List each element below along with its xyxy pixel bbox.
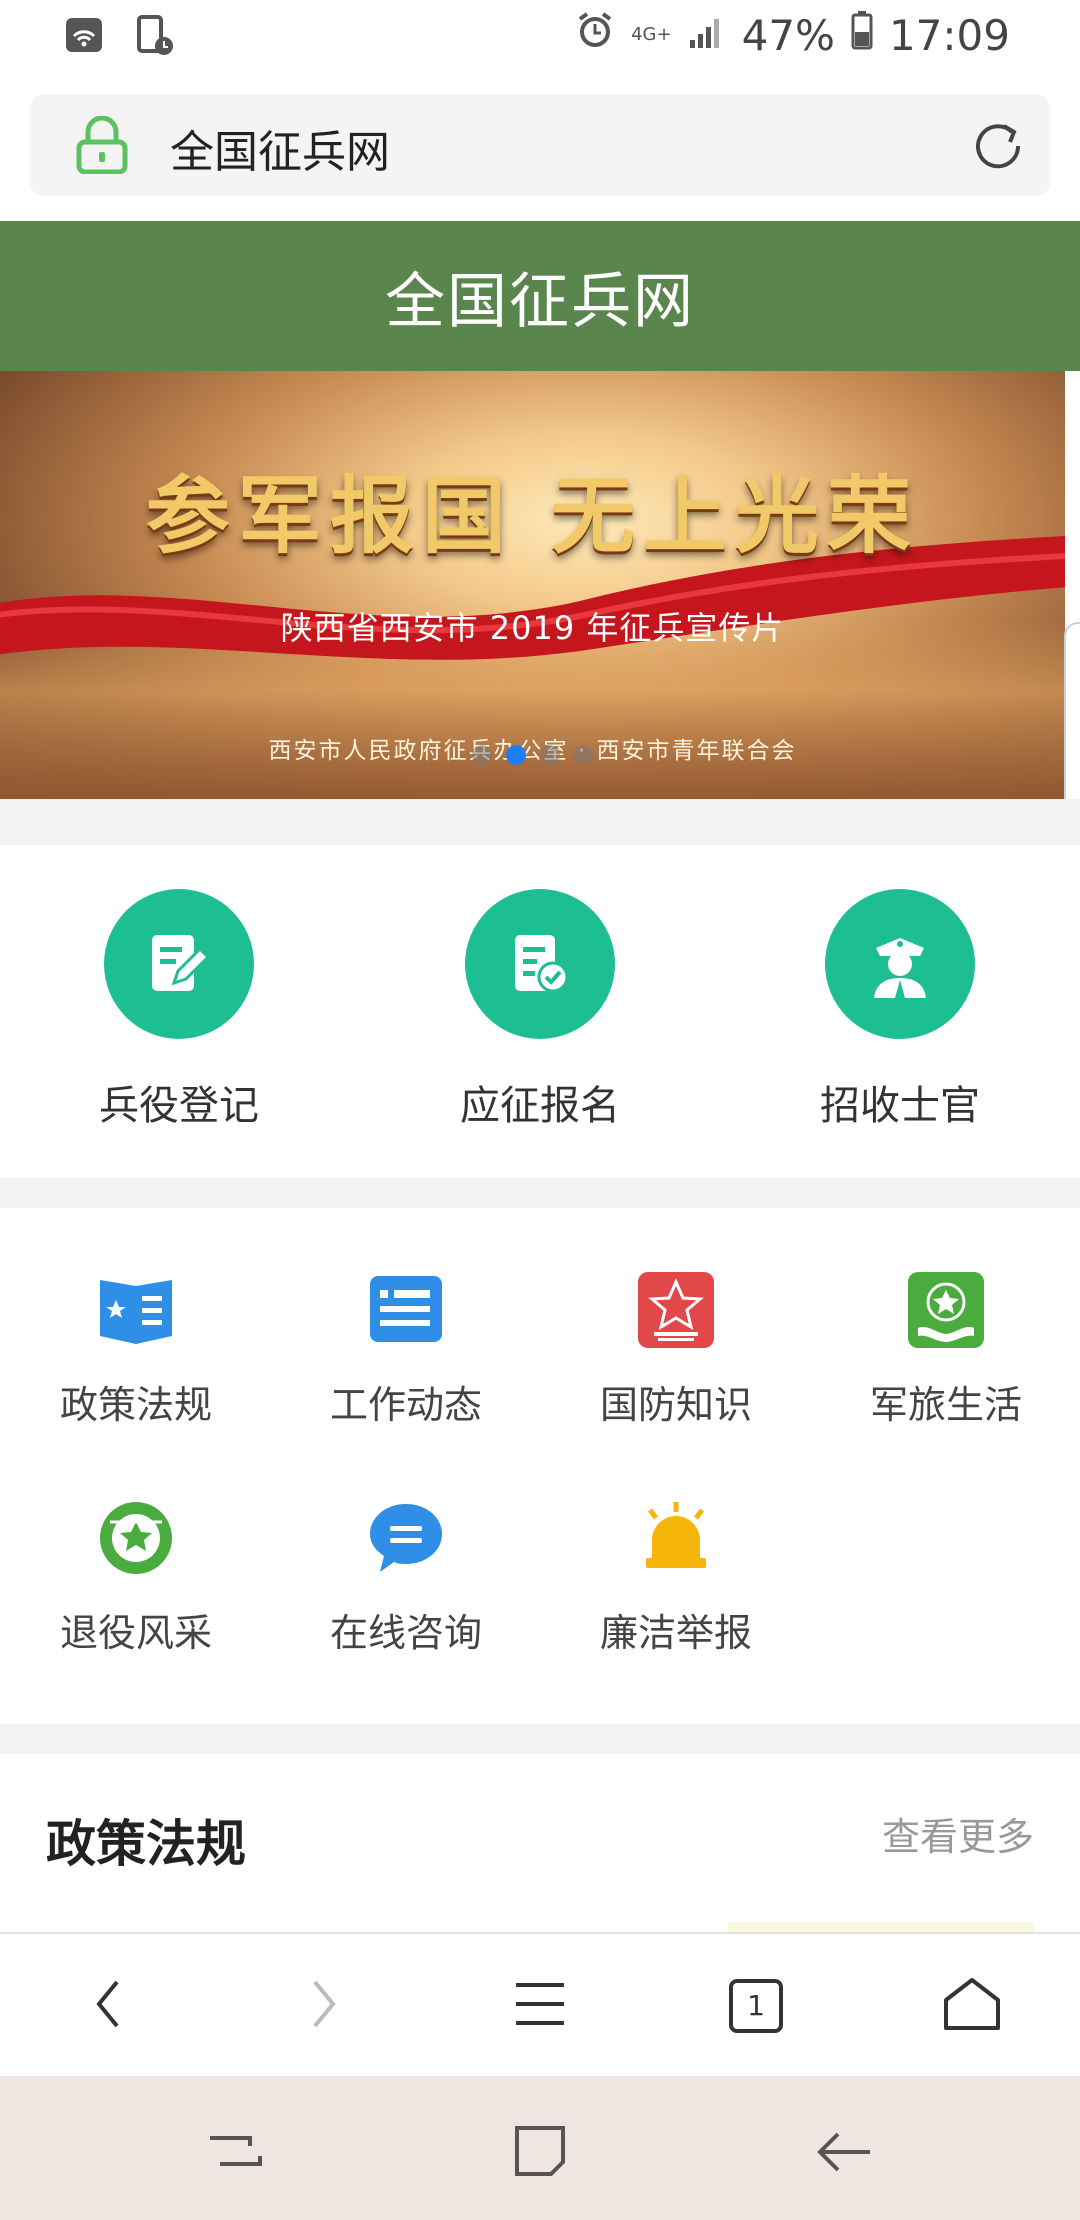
category-defense-knowledge[interactable]: 国防知识 [576,1270,776,1429]
carousel-dot[interactable] [539,745,560,765]
status-bar: 4G+ 47% 17:09 [0,0,1080,80]
army-star-icon [636,1270,716,1350]
recent-apps-button[interactable] [200,2116,270,2186]
section-divider [0,1178,1080,1208]
action-label: 应征报名 [460,1083,620,1129]
view-more-link[interactable]: 查看更多 [882,1806,1034,1861]
category-label: 军旅生活 [869,1383,1022,1427]
url-text[interactable]: 全国征兵网 [170,116,390,180]
tab-count: 1 [747,1989,765,2022]
news-card-icon [366,1270,446,1350]
category-label: 廉洁举报 [599,1611,752,1655]
document-check-icon [465,889,615,1039]
policy-section: 政策法规 查看更多 [0,1754,1080,1934]
back-arrow-icon [810,2132,880,2190]
section-divider [0,799,1080,845]
action-military-registration[interactable]: 兵役登记 [59,889,299,1131]
star-hand-icon [906,1270,986,1350]
battery-percent: 47% [741,10,835,60]
screen-timer-icon [136,14,176,62]
signal-icon [688,11,726,60]
carousel-dot[interactable] [573,745,594,765]
action-nco-recruitment[interactable]: 招收士官 [780,889,1020,1131]
lock-icon [74,115,130,175]
category-news[interactable]: 工作动态 [306,1270,506,1429]
chevron-left-icon [93,1978,123,2034]
category-grid: 政策法规 工作动态 国防知识 军旅生活 退役风采 在线咨询 廉洁举报 [0,1208,1080,1724]
action-label: 招收士官 [820,1083,980,1129]
edit-document-icon [104,889,254,1039]
hamburger-icon [514,1981,566,2031]
category-label: 政策法规 [59,1383,212,1427]
category-label: 退役风采 [59,1611,212,1655]
category-integrity-report[interactable]: 廉洁举报 [576,1498,776,1657]
officer-icon [825,889,975,1039]
banner-headline: 参军报国 无上光荣 [145,466,920,565]
tabs-count-icon: 1 [729,1979,783,2033]
reload-icon[interactable] [970,118,1028,174]
action-label: 兵役登记 [99,1083,259,1129]
clock: 17:09 [888,10,1010,60]
chevron-right-icon [309,1978,339,2034]
alarm-icon [575,10,615,60]
carousel-dot[interactable] [471,745,492,765]
section-divider [0,1724,1080,1754]
forward-button[interactable] [284,1970,364,2042]
banner-carousel[interactable]: 参军报国 无上光荣 陕西省西安市 2019 年征兵宣传片 西安市人民政府征兵办公… [0,371,1065,799]
url-bar[interactable]: 全国征兵网 [30,94,1050,196]
veteran-badge-icon [96,1498,176,1578]
category-online-consult[interactable]: 在线咨询 [306,1498,506,1657]
back-button[interactable] [68,1970,148,2042]
battery-icon [851,10,873,60]
chat-bubble-icon [366,1498,446,1578]
carousel-dot-active[interactable] [505,745,526,765]
category-policy[interactable]: 政策法规 [36,1270,236,1429]
action-enlistment-signup[interactable]: 应征报名 [420,889,660,1131]
category-label: 工作动态 [329,1383,482,1427]
home-nav-button[interactable] [505,2116,575,2186]
system-nav-bar [0,2076,1080,2220]
wifi-calling-icon [64,14,108,62]
category-veterans[interactable]: 退役风采 [36,1498,236,1657]
home-icon [942,1976,1002,2036]
site-title: 全国征兵网 [385,266,695,337]
section-title: 政策法规 [46,1815,246,1873]
category-label: 在线咨询 [329,1611,482,1655]
menu-button[interactable] [500,1970,580,2042]
browser-toolbar: 1 [0,1932,1080,2076]
tabs-button[interactable]: 1 [716,1970,796,2042]
main-actions: 兵役登记 应征报名 招收士官 [0,845,1080,1178]
category-military-life[interactable]: 军旅生活 [846,1270,1046,1429]
category-label: 国防知识 [599,1383,752,1427]
network-type-label: 4G+ [631,24,672,45]
alarm-light-icon [636,1498,716,1578]
recent-apps-icon [200,2136,270,2190]
site-header: 全国征兵网 [0,221,1080,371]
back-nav-button[interactable] [810,2116,880,2186]
carousel-indicators [0,745,1065,765]
home-button[interactable] [932,1970,1012,2042]
policy-book-icon [96,1270,176,1350]
square-home-icon [505,2126,575,2190]
banner-subtitle: 陕西省西安市 2019 年征兵宣传片 [280,609,785,647]
